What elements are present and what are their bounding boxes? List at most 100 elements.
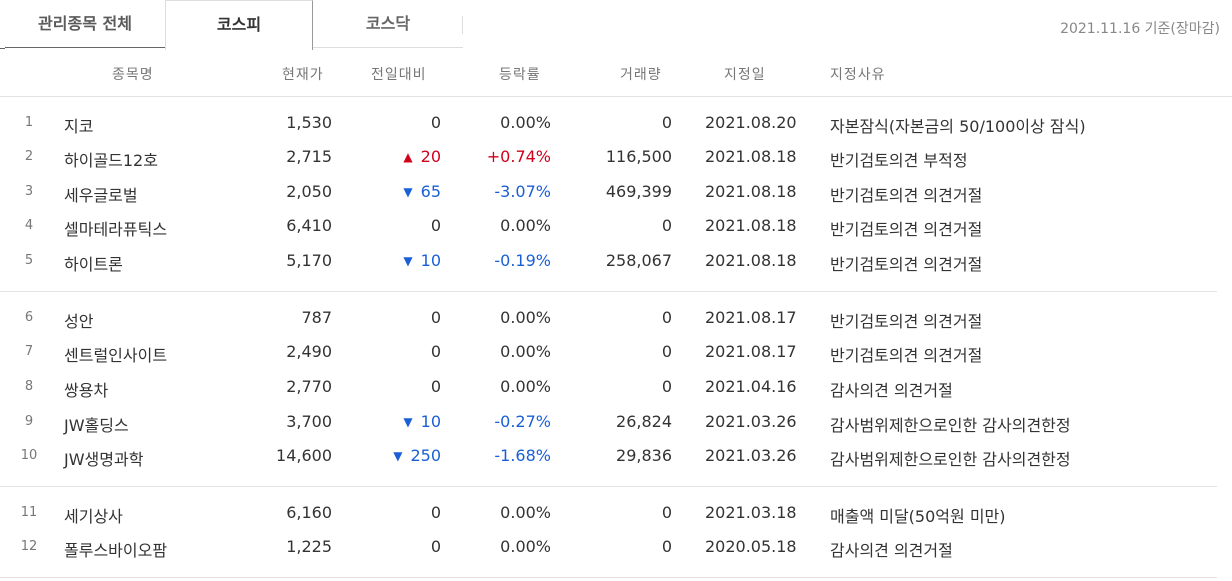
triangle-down-icon: ▼: [393, 449, 403, 463]
change-rate: 0.00%: [500, 503, 551, 522]
current-price: 2,490: [286, 342, 332, 361]
stock-name-link[interactable]: 성안: [64, 308, 93, 332]
price-change: 0: [431, 377, 441, 396]
tab-underline: [0, 48, 5, 49]
group-divider: [0, 291, 1217, 292]
trade-volume: 26,824: [616, 412, 672, 431]
trade-volume: 0: [661, 537, 672, 556]
current-price: 5,170: [286, 251, 332, 270]
row-number: 6: [24, 310, 34, 325]
market-tab-bar: 관리종목 전체 코스피 코스닥 2021.11.16 기준(장마감): [0, 0, 1232, 50]
designation-date: 2021.03.18: [705, 503, 797, 522]
stock-name-link[interactable]: 폴루스바이오팜: [64, 537, 167, 561]
table-row[interactable]: 10 JW생명과학 14,600 ▼ 250 -1.68% 29,836 2021.03.26…: [0, 440, 1232, 474]
change-rate: 0.00%: [500, 113, 551, 132]
stock-name-link[interactable]: 하이골드12호: [64, 147, 158, 171]
current-price: 6,410: [286, 216, 332, 235]
change-rate: 0.00%: [500, 537, 551, 556]
col-header-reason: 지정사유: [830, 67, 886, 83]
trade-volume: 0: [661, 342, 672, 361]
price-change-value: 0: [430, 113, 441, 132]
col-header-price: 현재가: [282, 67, 324, 83]
row-number: 5: [24, 253, 34, 268]
trade-volume: 0: [661, 113, 672, 132]
row-number: 9: [24, 414, 34, 429]
col-header-date: 지정일: [724, 67, 766, 83]
stock-name-link[interactable]: 세기상사: [64, 503, 123, 527]
designation-reason: 반기검토의견 부적정: [830, 151, 968, 170]
price-change: ▲ 20: [403, 147, 441, 166]
price-change: 0: [431, 342, 441, 361]
table-row[interactable]: 6 성안 787 0 0.00% 0 2021.08.17 반기검토의견 의견거절: [0, 302, 1232, 336]
tab-kosdaq[interactable]: 코스닥: [313, 0, 463, 48]
trade-volume: 0: [661, 377, 672, 396]
price-change-value: 0: [430, 216, 441, 235]
table-row[interactable]: 8 쌍용차 2,770 0 0.00% 0 2021.04.16 감사의견 의견거절: [0, 371, 1232, 405]
stock-name-link[interactable]: 셀마테라퓨틱스: [64, 216, 167, 240]
designation-date: 2021.04.16: [705, 377, 797, 396]
stock-name-link[interactable]: JW홀딩스: [64, 412, 129, 436]
trade-volume: 469,399: [605, 182, 672, 201]
row-number: 8: [24, 379, 34, 394]
current-price: 787: [301, 308, 332, 327]
designation-date: 2021.03.26: [705, 446, 797, 465]
current-price: 1,530: [286, 113, 332, 132]
change-rate: 0.00%: [500, 377, 551, 396]
table-row[interactable]: 4 셀마테라퓨틱스 6,410 0 0.00% 0 2021.08.18 반기검토의견 의견거…: [0, 210, 1232, 244]
table-row[interactable]: 1 지코 1,530 0 0.00% 0 2021.08.20 자본잠식(자본금의 50/10…: [0, 107, 1232, 141]
col-header-name: 종목명: [112, 67, 154, 83]
price-change: ▼ 250: [393, 446, 441, 465]
row-number: 4: [24, 218, 34, 233]
change-rate: +0.74%: [486, 147, 551, 166]
table-row[interactable]: 3 세우글로벌 2,050 ▼ 65 -3.07% 469,399 2021.08.18 반기검…: [0, 176, 1232, 210]
trade-volume: 29,836: [616, 446, 672, 465]
group-divider: [0, 577, 1217, 578]
price-change: 0: [431, 216, 441, 235]
designation-reason: 반기검토의견 의견거절: [830, 186, 983, 205]
price-change-value: 10: [420, 251, 441, 270]
change-rate: 0.00%: [500, 342, 551, 361]
price-change-value: 0: [430, 537, 441, 556]
triangle-down-icon: ▼: [403, 254, 413, 268]
designation-date: 2021.08.18: [705, 182, 797, 201]
price-change-value: 20: [420, 147, 441, 166]
stock-name-link[interactable]: 하이트론: [64, 251, 123, 275]
price-change-value: 0: [430, 342, 441, 361]
designation-date: 2021.03.26: [705, 412, 797, 431]
designation-reason: 반기검토의견 의견거절: [830, 255, 983, 274]
table-row[interactable]: 2 하이골드12호 2,715 ▲ 20 +0.74% 116,500 2021.08.18 반…: [0, 141, 1232, 175]
table-row[interactable]: 11 세기상사 6,160 0 0.00% 0 2021.03.18 매출액 미달(50억원 …: [0, 497, 1232, 531]
table-row[interactable]: 12 폴루스바이오팜 1,225 0 0.00% 0 2020.05.18 감사의견 의견거절: [0, 531, 1232, 565]
stock-name-link[interactable]: 쌍용차: [64, 377, 108, 401]
price-change-value: 0: [430, 503, 441, 522]
price-change-value: 0: [430, 377, 441, 396]
stock-name-link[interactable]: 세우글로벌: [64, 182, 138, 206]
tab-kospi[interactable]: 코스피: [165, 0, 313, 50]
stock-name-link[interactable]: JW생명과학: [64, 446, 143, 470]
stock-name-link[interactable]: 센트럴인사이트: [64, 342, 167, 366]
table-row[interactable]: 5 하이트론 5,170 ▼ 10 -0.19% 258,067 2021.08.18 반기검토…: [0, 245, 1232, 279]
designation-reason: 감사의견 의견거절: [830, 541, 953, 560]
trade-volume: 0: [661, 216, 672, 235]
row-number: 12: [20, 539, 38, 554]
col-header-rate: 등락률: [499, 67, 541, 83]
price-change: ▼ 10: [403, 251, 441, 270]
designation-date: 2021.08.18: [705, 147, 797, 166]
trade-volume: 116,500: [605, 147, 672, 166]
col-header-change: 전일대비: [371, 67, 427, 83]
change-rate: -0.27%: [494, 412, 551, 431]
designation-reason: 반기검토의견 의견거절: [830, 312, 983, 331]
designation-date: 2020.05.18: [705, 537, 797, 556]
row-number: 7: [24, 344, 34, 359]
trade-volume: 0: [661, 308, 672, 327]
current-price: 1,225: [286, 537, 332, 556]
stock-name-link[interactable]: 지코: [64, 113, 93, 137]
change-rate: -3.07%: [494, 182, 551, 201]
designation-reason: 반기검토의견 의견거절: [830, 220, 983, 239]
table-row[interactable]: 9 JW홀딩스 3,700 ▼ 10 -0.27% 26,824 2021.03.26 감사범위…: [0, 406, 1232, 440]
table-row[interactable]: 7 센트럴인사이트 2,490 0 0.00% 0 2021.08.17 반기검토의견 의견거…: [0, 336, 1232, 370]
row-number: 2: [24, 149, 34, 164]
change-rate: 0.00%: [500, 308, 551, 327]
tab-all-managed[interactable]: 관리종목 전체: [5, 0, 165, 48]
designation-reason: 감사범위제한으로인한 감사의견한정: [830, 416, 1071, 435]
